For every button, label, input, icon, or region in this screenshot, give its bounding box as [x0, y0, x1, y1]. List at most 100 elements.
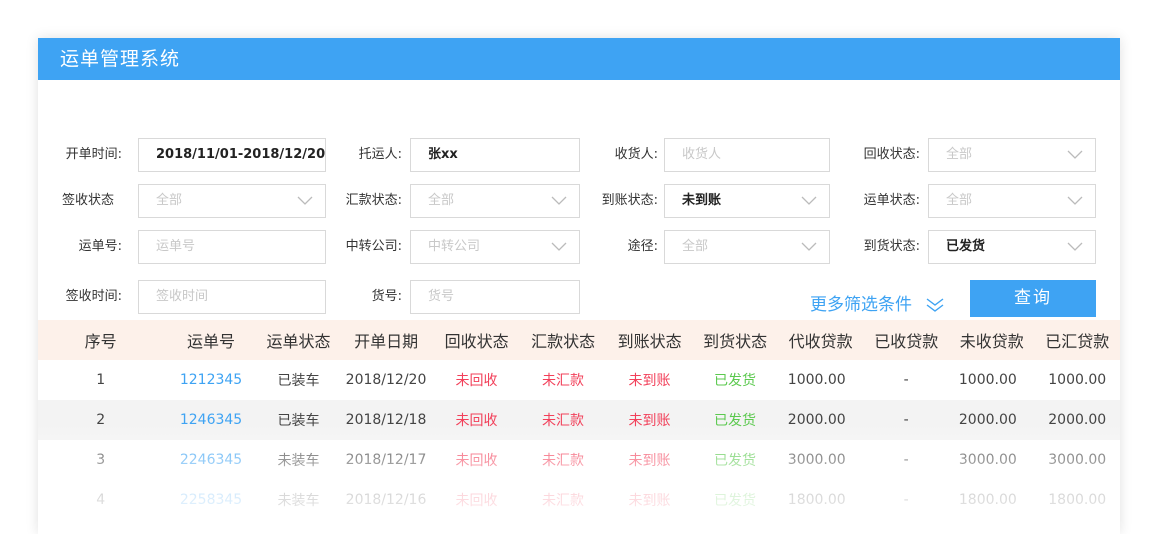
open-time-label: 开单时间:	[65, 147, 122, 162]
remit-status-placeholder: 全部	[428, 193, 455, 208]
more-filters-label: 更多筛选条件	[810, 295, 912, 315]
chevron-down-icon	[1067, 150, 1083, 159]
waybill-number-link[interactable]: 2258345	[163, 492, 258, 508]
filter-area: 开单时间: 2018/11/01-2018/12/20 托运人: 张xx 收货人…	[38, 80, 1120, 336]
waybill-no-label: 运单号:	[78, 239, 122, 254]
open-date-cell: 2018/12/17	[345, 452, 427, 468]
transfer-company-placeholder: 中转公司	[428, 239, 481, 254]
arrival-status-label: 到货状态:	[863, 239, 920, 254]
arrival-status-value: 已发货	[946, 239, 986, 254]
unreceived-amount-cell: 1800.00	[958, 492, 1017, 508]
chevron-down-icon	[297, 196, 313, 205]
shipper-value: 张xx	[428, 147, 458, 162]
row-index: 3	[96, 452, 106, 468]
receiver-label: 收货人:	[614, 147, 658, 162]
sign-time-input[interactable]: 签收时间	[138, 280, 326, 314]
waybill-number-link[interactable]: 2246345	[163, 452, 258, 468]
column-header[interactable]: 汇款状态	[519, 328, 607, 352]
open-date-cell: 2018/12/16	[345, 492, 427, 508]
goods-no-input[interactable]: 货号	[410, 280, 580, 314]
query-button[interactable]: 查询	[970, 280, 1096, 317]
remit-status-cell: 未汇款	[542, 493, 585, 509]
shipper-input[interactable]: 张xx	[410, 138, 580, 172]
column-header[interactable]: 代收贷款	[778, 328, 864, 352]
double-chevron-down-icon	[926, 298, 944, 312]
route-select[interactable]: 全部	[664, 230, 830, 264]
sign-time-label: 签收时间:	[65, 289, 122, 304]
sign-status-label: 签收状态	[61, 193, 114, 208]
waybill-status-cell: 已装车	[277, 373, 320, 389]
waybill-no-input[interactable]: 运单号	[138, 230, 326, 264]
open-time-value: 2018/11/01-2018/12/20	[156, 147, 326, 162]
recycle-status-cell: 未回收	[455, 413, 498, 429]
arrival-status-cell: 已发货	[714, 413, 757, 429]
column-header[interactable]: 未收贷款	[949, 328, 1035, 352]
table-row[interactable]: 1 1212345 已装车 2018/12/20 未回收 未汇款 未到账 已发货…	[38, 360, 1120, 400]
column-header[interactable]: 到账状态	[607, 328, 693, 352]
transfer-company-label: 中转公司:	[345, 239, 402, 254]
recycle-status-placeholder: 全部	[946, 147, 973, 162]
chevron-down-icon	[801, 242, 817, 251]
cod-amount-cell: 1800.00	[787, 492, 846, 508]
route-label: 途径:	[627, 239, 658, 254]
row-index: 2	[96, 412, 106, 428]
column-header[interactable]: 运单号	[163, 328, 258, 352]
sign-time-placeholder: 签收时间	[156, 289, 209, 304]
account-status-cell: 未到账	[628, 413, 671, 429]
column-header[interactable]: 已收贷款	[863, 328, 949, 352]
sign-status-select[interactable]: 全部	[138, 184, 326, 218]
arrival-status-select[interactable]: 已发货	[928, 230, 1096, 264]
remit-status-select[interactable]: 全部	[410, 184, 580, 218]
unreceived-amount-cell: 2000.00	[958, 412, 1017, 428]
table-row[interactable]: 2 1246345 已装车 2018/12/18 未回收 未汇款 未到账 已发货…	[38, 400, 1120, 440]
received-amount-cell: -	[903, 412, 909, 428]
table-header: 序号 运单号 运单状态 开单日期 回收状态 汇款状态 到账状态 到货状态 代收贷…	[38, 320, 1120, 360]
waybill-number-link[interactable]: 1212345	[163, 372, 258, 388]
more-filters-link[interactable]: 更多筛选条件	[810, 288, 945, 322]
arrival-account-status-label: 到账状态:	[601, 193, 658, 208]
cod-amount-cell: 3000.00	[787, 452, 846, 468]
recycle-status-cell: 未回收	[455, 453, 498, 469]
open-time-input[interactable]: 2018/11/01-2018/12/20	[138, 138, 326, 172]
transfer-company-select[interactable]: 中转公司	[410, 230, 580, 264]
open-date-cell: 2018/12/20	[345, 372, 427, 388]
received-amount-cell: -	[903, 452, 909, 468]
table-row[interactable]: 3 2246345 未装车 2018/12/17 未回收 未汇款 未到账 已发货…	[38, 440, 1120, 480]
arrival-status-cell: 已发货	[714, 453, 757, 469]
recycle-status-select[interactable]: 全部	[928, 138, 1096, 172]
arrival-account-status-select[interactable]: 未到账	[664, 184, 830, 218]
waybill-status-placeholder: 全部	[946, 193, 973, 208]
recycle-status-cell: 未回收	[455, 373, 498, 389]
account-status-cell: 未到账	[628, 493, 671, 509]
row-index: 4	[96, 492, 106, 508]
column-header[interactable]: 运单状态	[259, 328, 339, 352]
waybill-status-label: 运单状态:	[863, 193, 920, 208]
open-date-cell: 2018/12/18	[345, 412, 427, 428]
cod-amount-cell: 2000.00	[787, 412, 846, 428]
receiver-input[interactable]: 收货人	[664, 138, 830, 172]
table-row[interactable]: 4 2258345 未装车 2018/12/16 未回收 未汇款 未到账 已发货…	[38, 480, 1120, 520]
account-status-cell: 未到账	[628, 453, 671, 469]
unreceived-amount-cell: 3000.00	[958, 452, 1017, 468]
waybill-status-cell: 未装车	[277, 493, 320, 509]
waybill-number-link[interactable]: 1246345	[163, 412, 258, 428]
column-header[interactable]: 开单日期	[338, 328, 433, 352]
route-placeholder: 全部	[682, 239, 709, 254]
app-title: 运单管理系统	[38, 38, 1120, 80]
remitted-amount-cell: 1800.00	[1048, 492, 1107, 508]
chevron-down-icon	[551, 242, 567, 251]
received-amount-cell: -	[903, 372, 909, 388]
arrival-account-status-value: 未到账	[682, 193, 722, 208]
column-header[interactable]: 序号	[38, 328, 163, 352]
waybill-no-placeholder: 运单号	[156, 239, 196, 254]
column-header[interactable]: 到货状态	[692, 328, 778, 352]
column-header[interactable]: 回收状态	[434, 328, 520, 352]
remit-status-cell: 未汇款	[542, 413, 585, 429]
chevron-down-icon	[801, 196, 817, 205]
column-header[interactable]: 已汇贷款	[1035, 328, 1120, 352]
waybill-status-select[interactable]: 全部	[928, 184, 1096, 218]
waybill-status-cell: 未装车	[277, 453, 320, 469]
row-index: 1	[96, 372, 106, 388]
recycle-status-cell: 未回收	[455, 493, 498, 509]
remit-status-cell: 未汇款	[542, 373, 585, 389]
